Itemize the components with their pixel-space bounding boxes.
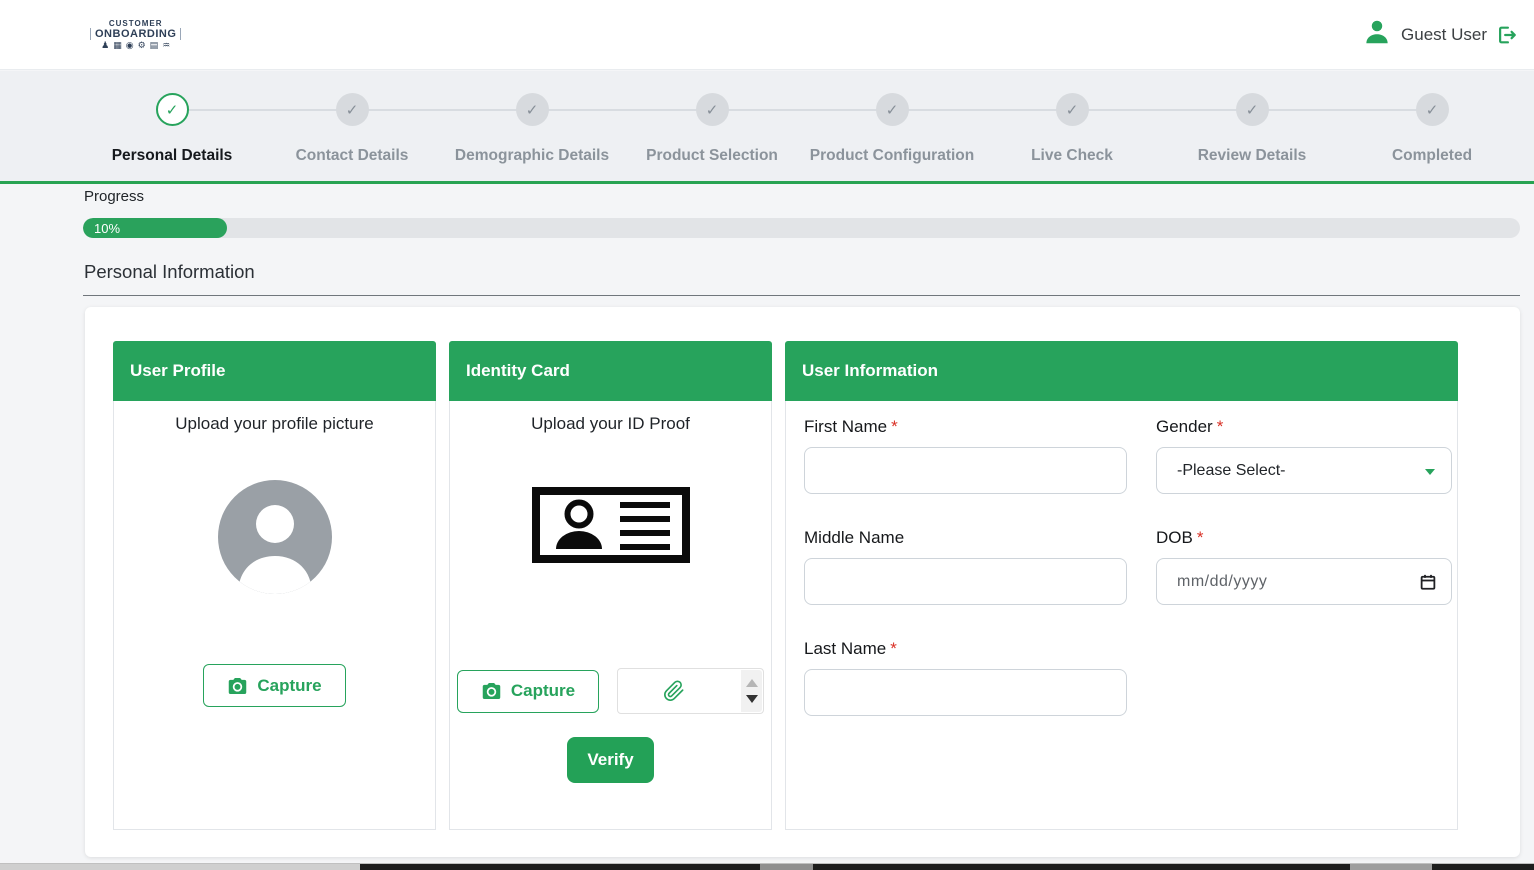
capture-button-label: Capture [511,681,575,701]
horizontal-scrollbar[interactable] [0,863,1534,870]
user-profile-panel: User Profile Upload your profile picture [113,341,436,830]
camera-icon [227,677,248,695]
spinner-down-icon[interactable] [746,695,758,703]
file-input-spinner[interactable] [741,670,762,712]
identity-card-panel: Identity Card Upload your ID Proof [449,341,772,830]
first-name-field: First Name* [804,417,1127,494]
step-live-check[interactable]: ✓ Live Check [972,93,1172,165]
personal-information-card: User Profile Upload your profile picture [85,307,1520,857]
paperclip-icon [663,680,685,702]
step-personal-details[interactable]: ✓ Personal Details [72,93,272,165]
check-icon: ✓ [1426,101,1439,119]
step-label: Contact Details [252,147,452,165]
gender-select[interactable]: -Please Select- [1156,447,1452,494]
check-icon: ✓ [1066,101,1079,119]
step-demographic-details[interactable]: ✓ Demographic Details [432,93,632,165]
step-label: Completed [1332,147,1532,165]
progress-bar: 10% [83,218,1520,238]
step-label: Live Check [972,147,1172,165]
check-icon: ✓ [526,101,539,119]
progress-fill: 10% [83,218,227,238]
section-divider [83,295,1520,296]
dob-placeholder: mm/dd/yyyy [1157,573,1267,591]
logo-text-customer: CUSTOMER [109,19,163,28]
id-capture-button[interactable]: Capture [457,670,599,713]
logo-text-onboarding: ONBOARDING [90,28,181,41]
profile-capture-button[interactable]: Capture [203,664,345,707]
step-label: Product Selection [612,147,812,165]
step-label: Demographic Details [432,147,632,165]
logo-mini-icons: ♟ ▦ ◉ ⚙ ▤ ♒ [101,41,170,50]
check-icon: ✓ [706,101,719,119]
identity-card-header: Identity Card [449,341,772,401]
dob-date-input[interactable]: mm/dd/yyyy [1156,558,1452,605]
capture-button-label: Capture [257,676,321,696]
app-logo: CUSTOMER ONBOARDING ♟ ▦ ◉ ⚙ ▤ ♒ [90,19,181,51]
check-icon: ✓ [1246,101,1259,119]
dob-label: DOB* [1156,528,1452,548]
camera-icon [481,682,502,700]
org-chart-icon: ♟ [101,41,109,50]
profile-upload-hint: Upload your profile picture [114,414,435,434]
page-title: Personal Information [84,261,255,283]
step-completed[interactable]: ✓ Completed [1332,93,1532,165]
chevron-down-icon [1425,469,1435,475]
logout-icon[interactable] [1496,24,1518,46]
gender-selected-value: -Please Select- [1157,462,1286,480]
check-icon: ✓ [166,101,179,119]
user-profile-header: User Profile [113,341,436,401]
scrollbar-segment [760,864,813,870]
progress-percent: 10% [94,221,120,236]
calendar-icon[interactable] [1419,573,1437,591]
spinner-up-icon[interactable] [746,679,758,687]
handshake-icon: ♒ [162,41,170,50]
id-file-input[interactable] [617,668,764,714]
check-icon: ✓ [886,101,899,119]
required-asterisk: * [1197,528,1204,547]
list-icon: ▤ [150,41,159,50]
step-label: Personal Details [72,147,272,165]
middle-name-input[interactable] [804,558,1127,605]
step-review-details[interactable]: ✓ Review Details [1152,93,1352,165]
step-label: Product Configuration [792,147,992,165]
user-information-panel: User Information First Name* Gender* [785,341,1458,830]
check-icon: ✓ [346,101,359,119]
last-name-field: Last Name* [804,639,1127,716]
step-product-configuration[interactable]: ✓ Product Configuration [792,93,992,165]
first-name-label: First Name* [804,417,1127,437]
required-asterisk: * [890,639,897,658]
profile-avatar-placeholder [218,480,332,594]
middle-name-field: Middle Name [804,528,1127,605]
required-asterisk: * [891,417,898,436]
scrollbar-thumb[interactable] [813,864,1350,870]
user-name: Guest User [1401,25,1487,45]
step-contact-details[interactable]: ✓ Contact Details [252,93,452,165]
id-card-icon [532,487,690,563]
dob-field: DOB* mm/dd/yyyy [1156,528,1452,605]
last-name-label: Last Name* [804,639,1127,659]
user-avatar-icon [1362,17,1392,52]
first-name-input[interactable] [804,447,1127,494]
id-upload-hint: Upload your ID Proof [450,414,771,434]
magnifier-icon: ◉ [126,41,134,50]
verify-button[interactable]: Verify [567,737,654,783]
gender-field: Gender* -Please Select- [1156,417,1452,494]
scrollbar-thumb[interactable] [1432,864,1534,870]
chart-icon: ▦ [113,41,122,50]
user-menu: Guest User [1362,17,1518,52]
last-name-input[interactable] [804,669,1127,716]
onboarding-stepper: ✓ Personal Details ✓ Contact Details ✓ D… [0,71,1534,184]
user-information-header: User Information [785,341,1458,401]
step-label: Review Details [1152,147,1352,165]
app-header: CUSTOMER ONBOARDING ♟ ▦ ◉ ⚙ ▤ ♒ Guest Us… [0,0,1534,70]
required-asterisk: * [1217,417,1224,436]
step-product-selection[interactable]: ✓ Product Selection [612,93,812,165]
gear-icon: ⚙ [138,41,146,50]
progress-label: Progress [84,188,144,205]
gender-label: Gender* [1156,417,1452,437]
scrollbar-thumb[interactable] [360,864,760,870]
middle-name-label: Middle Name [804,528,1127,548]
scrollbar-segment [1350,864,1432,870]
